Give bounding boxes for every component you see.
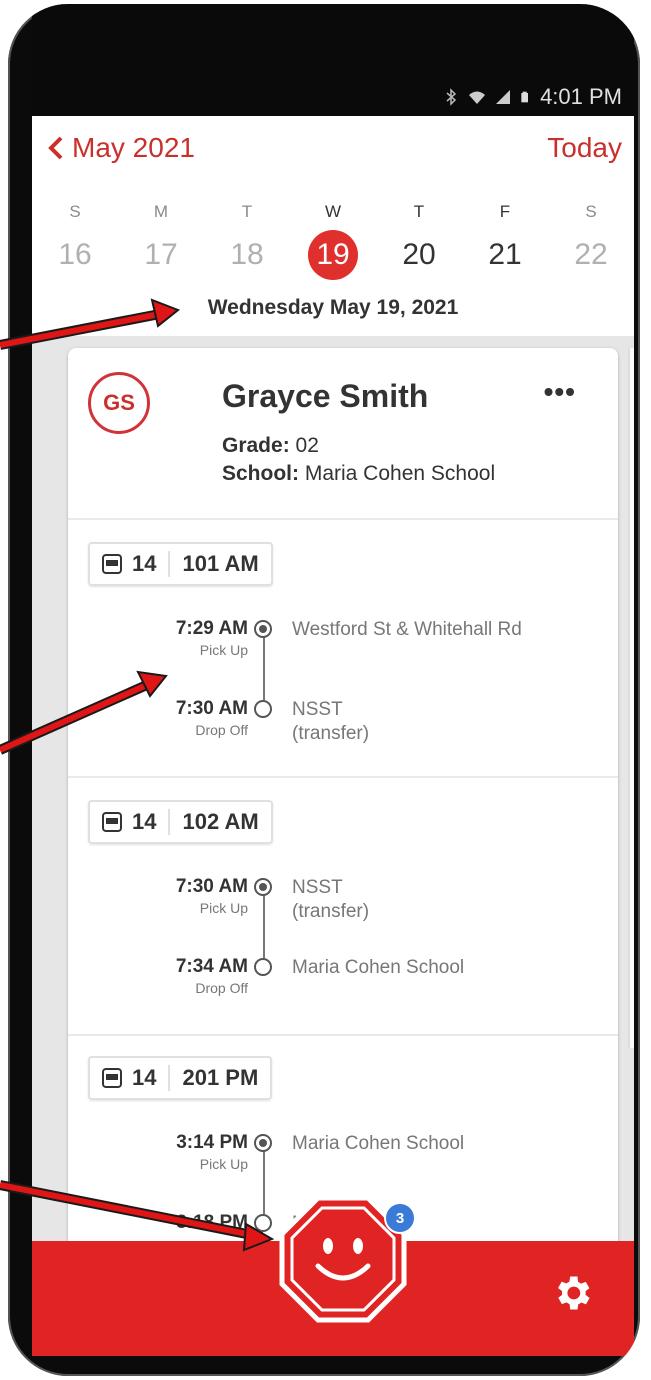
- route-chip[interactable]: 14 101 AM: [88, 542, 273, 586]
- signal-icon: [496, 90, 511, 104]
- day-number-selected: 19: [290, 230, 376, 280]
- stop-location: NSST (transfer): [292, 877, 370, 922]
- stop-time: 7:30 AM: [175, 698, 248, 719]
- day-number: 20: [402, 238, 436, 271]
- selected-date-label: Wednesday May 19, 2021: [207, 296, 459, 319]
- stop-type: Pick Up: [199, 900, 248, 916]
- day-number: 21: [488, 238, 522, 271]
- stop-item[interactable]: 7:30 AM Pick Up NSST (transfer): [88, 876, 608, 956]
- student-card: GS Grayce Smith ••• Grade: 02 School: Ma…: [68, 348, 618, 1248]
- day-letter: F: [499, 202, 511, 221]
- dropoff-marker-icon: [254, 700, 272, 718]
- phone-frame: 4:01 PM May 2021 Today S 16 M 17 T 18 W …: [8, 4, 640, 1376]
- bus-icon: [102, 554, 122, 574]
- bus-number: 14: [132, 1065, 171, 1091]
- chevron-left-icon: [48, 136, 63, 160]
- bluetooth-icon: [446, 88, 457, 106]
- school-line: School: Maria Cohen School: [222, 462, 496, 485]
- bus-number: 14: [132, 551, 171, 577]
- divider: [68, 776, 618, 778]
- notification-badge: 3: [384, 1202, 416, 1234]
- gear-icon[interactable]: [550, 1271, 594, 1315]
- day-sun[interactable]: S 16: [32, 202, 118, 276]
- app-screen: 4:01 PM May 2021 Today S 16 M 17 T 18 W …: [32, 4, 634, 1356]
- day-number: 17: [144, 238, 178, 271]
- battery-icon: [521, 91, 529, 103]
- route-101-am: 14 101 AM 7:29 AM Pick Up Westford St & …: [88, 542, 608, 744]
- route-name: 101 AM: [182, 551, 259, 576]
- stop-type: Pick Up: [199, 642, 248, 658]
- month-back-button[interactable]: May 2021: [46, 132, 195, 164]
- today-button[interactable]: Today: [547, 132, 622, 164]
- day-letter: S: [585, 202, 597, 221]
- stop-item[interactable]: 7:30 AM Drop Off NSST (transfer): [88, 698, 608, 778]
- day-letter: T: [413, 202, 425, 221]
- schedule-content: GS Grayce Smith ••• Grade: 02 School: Ma…: [32, 336, 634, 1248]
- stop-time: 7:34 AM: [175, 956, 248, 977]
- dropoff-marker-icon: [254, 1214, 272, 1232]
- day-thu[interactable]: T 20: [376, 202, 462, 276]
- stop-time: 3:14 PM: [176, 1132, 248, 1153]
- day-letter: M: [153, 202, 169, 221]
- day-wed-selected[interactable]: W 19: [290, 202, 376, 280]
- stop-type: Drop Off: [195, 980, 248, 996]
- next-student-card-peek[interactable]: [628, 348, 634, 1048]
- day-letter: W: [324, 202, 342, 221]
- day-number: 16: [58, 238, 92, 271]
- stop-location: Maria Cohen School: [292, 957, 465, 978]
- stop-time: 7:29 AM: [175, 618, 248, 639]
- day-number: 22: [574, 238, 608, 271]
- stop-time: 7:30 AM: [175, 876, 248, 897]
- day-mon[interactable]: M 17: [118, 202, 204, 276]
- avatar: GS: [88, 372, 150, 434]
- day-letter: T: [241, 202, 253, 221]
- divider: [68, 518, 618, 520]
- route-102-am: 14 102 AM 7:30 AM Pick Up NSST (transfer)…: [88, 800, 608, 996]
- stop-type: Pick Up: [199, 1156, 248, 1172]
- bus-number: 14: [132, 809, 171, 835]
- stop-time: 3:18 PM: [176, 1212, 248, 1233]
- day-number: 18: [230, 238, 264, 271]
- stop-location: NSST (transfer): [292, 699, 370, 744]
- bus-icon: [102, 1068, 122, 1088]
- divider: [68, 1034, 618, 1036]
- grade-line: Grade: 02: [222, 434, 319, 457]
- day-fri[interactable]: F 21: [462, 202, 548, 276]
- student-name: Grayce Smith: [222, 378, 429, 414]
- route-201-pm: 14 201 PM 3:14 PM Pick Up Maria Cohen Sc…: [88, 1056, 608, 1234]
- stop-location: Maria Cohen School: [292, 1133, 465, 1154]
- dropoff-marker-icon: [254, 958, 272, 976]
- day-letter: S: [69, 202, 81, 221]
- day-tue[interactable]: T 18: [204, 202, 290, 276]
- stop-item[interactable]: 7:34 AM Drop Off Maria Cohen School: [88, 956, 608, 1036]
- more-options-button[interactable]: •••: [544, 376, 576, 408]
- pickup-marker-icon: [254, 1134, 272, 1152]
- wifi-icon: [469, 91, 486, 104]
- stop-type: Drop Off: [195, 722, 248, 738]
- stop-item[interactable]: 7:29 AM Pick Up Westford St & Whitehall …: [88, 618, 608, 698]
- status-time: 4:01 PM: [540, 84, 622, 109]
- student-info: Grade: 02 School: Maria Cohen School: [222, 432, 495, 488]
- status-bar: 4:01 PM: [32, 4, 634, 116]
- route-chip[interactable]: 14 201 PM: [88, 1056, 273, 1100]
- day-sat[interactable]: S 22: [548, 202, 634, 276]
- pickup-marker-icon: [254, 878, 272, 896]
- status-icons: 4:01 PM: [442, 84, 622, 110]
- stop-location: Westford St & Whitehall Rd: [292, 619, 522, 640]
- month-label: May 2021: [72, 132, 195, 163]
- calendar-header: May 2021 Today S 16 M 17 T 18 W 19 T 20 …: [32, 116, 634, 338]
- route-name: 102 AM: [182, 809, 259, 834]
- pickup-marker-icon: [254, 620, 272, 638]
- bus-icon: [102, 812, 122, 832]
- week-strip: S 16 M 17 T 18 W 19 T 20 F 21 S 22: [32, 202, 634, 280]
- route-chip[interactable]: 14 102 AM: [88, 800, 273, 844]
- route-name: 201 PM: [182, 1065, 259, 1090]
